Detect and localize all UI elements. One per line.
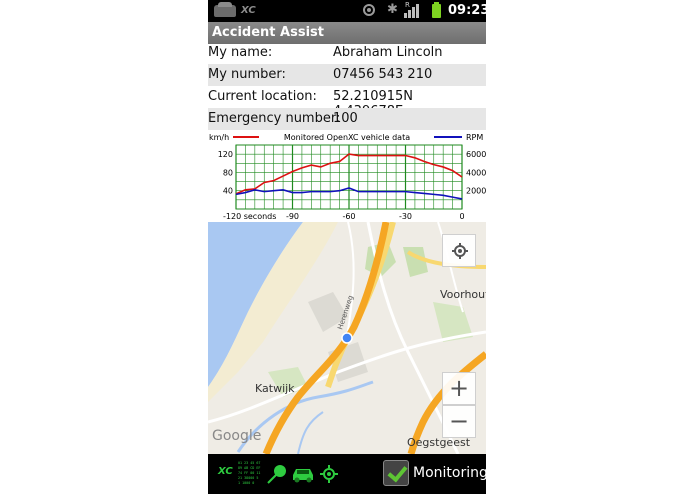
google-logo: Google bbox=[212, 428, 262, 444]
chart-title: Monitored OpenXC vehicle data bbox=[284, 133, 410, 142]
emergency-label: Emergency number: bbox=[208, 111, 341, 126]
status-bar: XC ✱ R 09:23 bbox=[208, 0, 486, 22]
name-value: Abraham Lincoln bbox=[333, 45, 443, 60]
car-icon bbox=[291, 465, 315, 483]
xc-logo: XC bbox=[218, 466, 233, 477]
info-row-location: Current location: 52.210915N 4.439678E bbox=[208, 86, 486, 119]
map-park bbox=[403, 247, 428, 277]
app-title: Accident Assist bbox=[212, 25, 324, 40]
monitoring-label[interactable]: Monitoring bbox=[413, 465, 486, 481]
signal-icon: R bbox=[404, 1, 419, 18]
chart-svg: km/h Monitored OpenXC vehicle data RPM 4… bbox=[209, 133, 486, 221]
legend-right-label: RPM bbox=[466, 133, 483, 142]
gps-icon bbox=[320, 465, 338, 483]
bluetooth-icon: ✱ bbox=[387, 2, 398, 17]
info-row-emergency: Emergency number: 100 bbox=[208, 108, 486, 130]
town-label-voorhout: Voorhout bbox=[440, 288, 486, 301]
car-icon bbox=[214, 2, 236, 17]
y-left-tick-label: 120 bbox=[218, 150, 233, 159]
y-left-tick-label: 80 bbox=[223, 168, 233, 177]
y-left-tick-label: 40 bbox=[223, 187, 233, 196]
info-row-name: My name: Abraham Lincoln bbox=[208, 42, 486, 64]
battery-icon bbox=[432, 2, 441, 18]
x-tick-label: -60 bbox=[342, 212, 355, 221]
y-right-tick-label: 6000 bbox=[466, 150, 486, 159]
roaming-indicator: R bbox=[405, 1, 410, 9]
y-right-tick-label: 2000 bbox=[466, 187, 486, 196]
info-row-number: My number: 07456 543 210 bbox=[208, 64, 486, 86]
gps-icon bbox=[363, 4, 375, 16]
status-clock: 09:23 bbox=[448, 3, 486, 18]
x-tick-label: -90 bbox=[286, 212, 299, 221]
emergency-value: 100 bbox=[333, 111, 358, 126]
app-title-bar: Accident Assist bbox=[208, 22, 486, 44]
map-view[interactable]: Herenweg Voorhout Katwijk Oegstgeest Goo… bbox=[208, 222, 486, 454]
zoom-out-button[interactable]: − bbox=[442, 405, 476, 438]
number-value: 07456 543 210 bbox=[333, 67, 433, 82]
name-label: My name: bbox=[208, 45, 273, 60]
x-tick-label: -120 seconds bbox=[223, 212, 276, 221]
x-tick-label: -30 bbox=[399, 212, 412, 221]
phone-screen: XC ✱ R 09:23 Accident Assist My name: Ab… bbox=[208, 0, 486, 494]
y-right-tick-label: 4000 bbox=[466, 168, 486, 177]
bottom-bar: XC 01 23 45 67 89 AB CD EF 74 FF 00 11 2… bbox=[208, 454, 486, 494]
zoom-in-button[interactable]: + bbox=[442, 372, 476, 405]
map-canal bbox=[297, 411, 324, 454]
location-label: Current location: bbox=[208, 89, 317, 104]
can-data-icon: 01 23 45 67 89 AB CD EF 74 FF 00 11 21 3… bbox=[238, 461, 261, 485]
vehicle-data-chart: km/h Monitored OpenXC vehicle data RPM 4… bbox=[208, 130, 486, 222]
legend-left-label: km/h bbox=[209, 133, 229, 142]
pin-icon bbox=[266, 463, 288, 485]
x-tick-label: 0 bbox=[459, 212, 464, 221]
current-location-marker bbox=[341, 332, 353, 344]
town-label-katwijk: Katwijk bbox=[255, 382, 295, 395]
my-location-button[interactable] bbox=[442, 234, 476, 267]
monitoring-checkbox[interactable] bbox=[383, 460, 409, 486]
xc-logo: XC bbox=[241, 5, 256, 16]
number-label: My number: bbox=[208, 67, 286, 82]
my-location-icon bbox=[452, 243, 468, 259]
